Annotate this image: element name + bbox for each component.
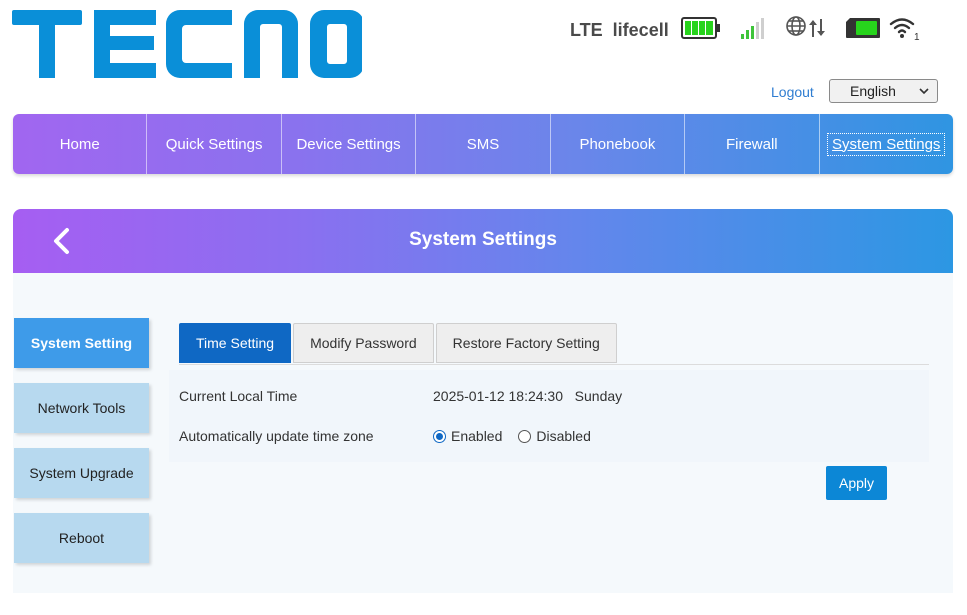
- wifi-client-count: 1: [914, 32, 920, 41]
- tab-time-setting[interactable]: Time Setting: [179, 323, 292, 363]
- nav-firewall[interactable]: Firewall: [685, 114, 820, 174]
- time-setting-form: [169, 370, 929, 462]
- current-time-value: 2025-01-12 18:24:30 Sunday: [433, 388, 622, 404]
- side-item-network-tools[interactable]: Network Tools: [14, 383, 149, 433]
- side-menu: System Setting Network Tools System Upgr…: [14, 318, 149, 578]
- language-select[interactable]: English: [829, 79, 938, 103]
- language-selected: English: [850, 83, 896, 99]
- sim-card-icon: [845, 17, 881, 44]
- tab-restore-factory-setting[interactable]: Restore Factory Setting: [435, 323, 617, 363]
- page-title: System Settings: [409, 229, 557, 250]
- radio-enabled[interactable]: [433, 429, 446, 443]
- radio-disabled[interactable]: [518, 429, 532, 443]
- nav-home[interactable]: Home: [13, 114, 148, 174]
- chevron-down-icon: [919, 88, 929, 95]
- nav-device-settings[interactable]: Device Settings: [282, 114, 417, 174]
- apply-button[interactable]: Apply: [826, 466, 887, 500]
- network-type: LTE: [570, 19, 603, 40]
- radio-disabled-label[interactable]: Disabled: [536, 428, 590, 444]
- signal-icon: [739, 16, 767, 45]
- current-time-datetime: 2025-01-12 18:24:30: [433, 388, 563, 404]
- data-transfer-icon: [808, 18, 825, 37]
- tab-divider: [179, 364, 929, 365]
- status-bar: LTE lifecell 1: [570, 14, 921, 46]
- battery-icon: [680, 16, 721, 44]
- page-header: System Settings: [13, 209, 953, 273]
- current-time-label: Current Local Time: [179, 388, 298, 404]
- tab-modify-password[interactable]: Modify Password: [293, 323, 434, 363]
- side-item-reboot[interactable]: Reboot: [14, 513, 149, 563]
- side-item-system-setting[interactable]: System Setting: [14, 318, 149, 368]
- auto-update-radio-group: Enabled Disabled: [433, 428, 607, 444]
- tecno-logo: [12, 8, 364, 80]
- logout-link[interactable]: Logout: [771, 84, 814, 100]
- side-item-system-upgrade[interactable]: System Upgrade: [14, 448, 149, 498]
- main-nav: Home Quick Settings Device Settings SMS …: [13, 114, 953, 174]
- nav-system-settings[interactable]: System Settings: [820, 114, 953, 174]
- nav-quick-settings[interactable]: Quick Settings: [147, 114, 282, 174]
- operator-name: lifecell: [612, 19, 669, 40]
- settings-tabs: Time Setting Modify Password Restore Fac…: [179, 323, 619, 365]
- wifi-icon: 1: [889, 15, 921, 46]
- current-time-day: Sunday: [574, 388, 623, 404]
- nav-phonebook[interactable]: Phonebook: [551, 114, 686, 174]
- auto-update-label: Automatically update time zone: [179, 428, 374, 444]
- globe-icon: [785, 15, 827, 46]
- nav-sms[interactable]: SMS: [416, 114, 551, 174]
- radio-enabled-label[interactable]: Enabled: [451, 428, 502, 444]
